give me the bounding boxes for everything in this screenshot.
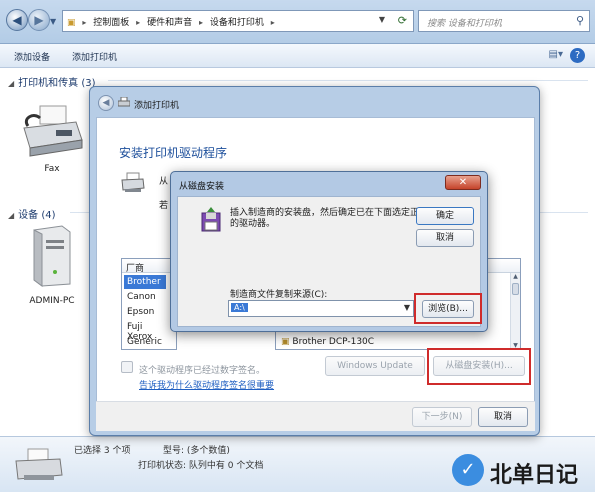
manufacturer-item-epson[interactable]: Epson [124, 305, 166, 319]
printer-model-item[interactable]: ▣ Brother DCP-130C [278, 335, 508, 349]
printer-icon [118, 97, 130, 107]
manufacturer-item-generic[interactable]: Generic [124, 335, 166, 349]
refresh-icon[interactable]: ⟳ [398, 14, 407, 27]
highlight-box [427, 348, 531, 385]
watermark: ✓ 北单日记 [452, 452, 592, 490]
watermark-text: 北单日记 [490, 463, 579, 488]
manufacturer-item-fuji-xerox[interactable]: Fuji Xerox [124, 320, 166, 342]
manufacturer-list[interactable]: 厂商 Brother Canon Epson Fuji Xerox Generi… [121, 258, 177, 350]
manufacturer-item-brother[interactable]: Brother [124, 275, 166, 289]
breadcrumb-hardware-sound[interactable]: 硬件和声音 [147, 18, 192, 28]
ok-button[interactable]: 确定 [416, 207, 474, 225]
install-disk-icon [201, 207, 221, 232]
collapse-icon[interactable]: ◢ [8, 211, 14, 220]
driver-signing-link[interactable]: 告诉我为什么驱动程序签名很重要 [139, 378, 274, 391]
install-from-disk-dialog: 从磁盘安装 ✕ 插入制造商的安装盘，然后确定已在下面选定正确的驱动器。 确定 取… [170, 171, 488, 332]
add-printer-button[interactable]: 添加打印机 [72, 50, 117, 63]
computer-tower-icon [33, 225, 71, 287]
manufacturer-header[interactable]: 厂商 [122, 259, 176, 274]
highlight-box [414, 293, 482, 324]
collapse-icon[interactable]: ◢ [8, 79, 14, 88]
next-button[interactable]: 下一步(N) [412, 407, 472, 427]
source-path-combobox[interactable]: A:\ ▼ [228, 300, 414, 317]
breadcrumb: ▣ ▸ 控制面板 ▸ 硬件和声音 ▸ 设备和打印机 ▸ [67, 18, 275, 28]
driver-description: 从 [159, 177, 169, 187]
search-placeholder: 搜索 设备和打印机 [427, 19, 502, 29]
wizard-back-button[interactable]: ◀ [98, 95, 114, 111]
watermark-logo-icon: ✓ [452, 454, 484, 486]
view-options-icon[interactable]: ▤▾ [549, 49, 563, 60]
back-button[interactable]: ◀ [6, 9, 28, 31]
forward-button[interactable]: ▶ [28, 9, 50, 31]
printer-driver-icon [121, 172, 145, 192]
breadcrumb-devices-printers[interactable]: 设备和打印机 [210, 18, 264, 28]
history-dropdown-icon[interactable]: ▼ [50, 17, 56, 26]
scroll-thumb[interactable] [512, 283, 519, 295]
disk-dialog-title: 从磁盘安装 [179, 182, 225, 192]
install-driver-heading: 安装打印机驱动程序 [119, 146, 228, 160]
address-bar[interactable]: ▣ ▸ 控制面板 ▸ 硬件和声音 ▸ 设备和打印机 ▸ ▼ ⟳ [62, 10, 414, 32]
cancel-button[interactable]: 取消 [478, 407, 528, 427]
fax-device[interactable] [20, 104, 84, 164]
printer-icon: ▣ [281, 337, 290, 347]
printer-group-icon [15, 448, 63, 480]
disk-dialog-message: 插入制造商的安装盘，然后确定已在下面选定正确的驱动器。 [230, 208, 429, 229]
disk-cancel-button[interactable]: 取消 [416, 229, 474, 247]
divider [108, 80, 588, 81]
explorer-titlebar: ◀ ▶ ▼ ▣ ▸ 控制面板 ▸ 硬件和声音 ▸ 设备和打印机 ▸ ▼ ⟳ 搜索… [0, 0, 595, 44]
manufacturer-item-canon[interactable]: Canon [124, 290, 166, 304]
wizard-footer: 下一步(N) 取消 [96, 401, 535, 431]
wizard-title: 添加打印机 [134, 101, 180, 111]
windows-update-button[interactable]: Windows Update [325, 356, 425, 376]
status-printer-state: 打印机状态: 队列中有 0 个文档 [138, 461, 264, 471]
pc-label: ADMIN-PC [29, 296, 75, 306]
folder-icon: ▣ [67, 18, 76, 28]
fax-icon [23, 105, 83, 157]
close-button[interactable]: ✕ [445, 175, 481, 190]
signed-driver-icon [121, 361, 133, 373]
group-printers-header[interactable]: ◢ 打印机和传真 (3) [8, 74, 96, 89]
chevron-down-icon[interactable]: ▼ [404, 303, 410, 312]
fax-label: Fax [44, 164, 60, 174]
search-icon[interactable]: ⚲ [576, 14, 584, 27]
signed-text: 这个驱动程序已经过数字签名。 [139, 366, 266, 376]
help-icon[interactable]: ? [570, 48, 585, 63]
status-selected: 已选择 3 个项 [74, 446, 131, 456]
command-bar: 添加设备 添加打印机 ▤▾ ? [0, 44, 595, 68]
search-input[interactable]: 搜索 设备和打印机 ⚲ [418, 10, 590, 32]
printer-list-scrollbar[interactable]: ▲ ▼ [510, 273, 520, 349]
status-model: 型号: (多个数值) [163, 446, 230, 456]
driver-description-2: 若 [159, 201, 169, 211]
source-label: 制造商文件复制来源(C): [230, 290, 328, 300]
breadcrumb-control-panel[interactable]: 控制面板 [93, 18, 129, 28]
source-path-value[interactable]: A:\ [231, 303, 248, 312]
group-devices-header[interactable]: ◢ 设备 (4) [8, 206, 56, 221]
disk-dialog-body: 插入制造商的安装盘，然后确定已在下面选定正确的驱动器。 确定 取消 制造商文件复… [177, 196, 482, 327]
add-device-button[interactable]: 添加设备 [14, 50, 50, 63]
address-dropdown-icon[interactable]: ▼ [379, 15, 385, 24]
scroll-up-icon[interactable]: ▲ [511, 273, 520, 280]
pc-device[interactable] [26, 224, 78, 290]
